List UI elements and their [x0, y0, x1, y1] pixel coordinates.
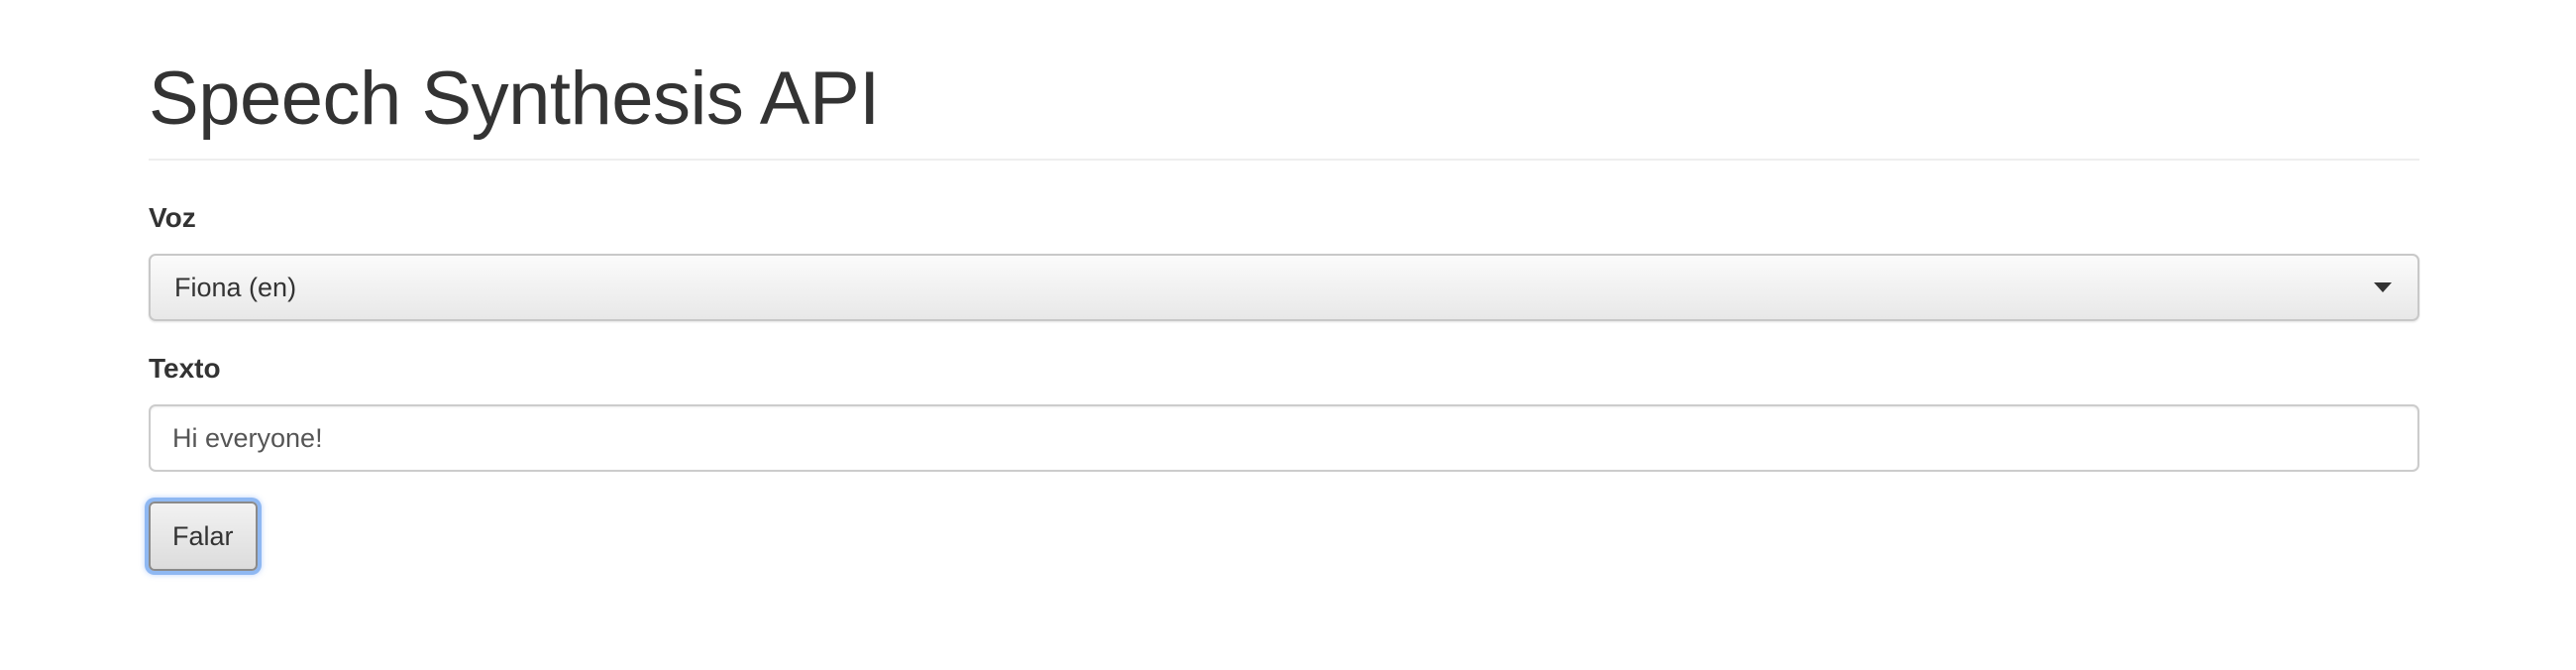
title-divider [149, 159, 2419, 161]
chevron-down-icon [2374, 282, 2392, 292]
voice-form-group: Voz Fiona (en) [149, 202, 2419, 321]
voice-select-value: Fiona (en) [174, 273, 297, 302]
voice-label: Voz [149, 202, 196, 233]
main-container: Speech Synthesis API Voz Fiona (en) Text… [149, 0, 2419, 571]
voice-select[interactable]: Fiona (en) [149, 254, 2419, 321]
speak-button[interactable]: Falar [149, 502, 258, 571]
text-form-group: Texto [149, 353, 2419, 472]
text-input[interactable] [149, 404, 2419, 472]
page-title: Speech Synthesis API [149, 56, 880, 141]
text-label: Texto [149, 353, 221, 384]
